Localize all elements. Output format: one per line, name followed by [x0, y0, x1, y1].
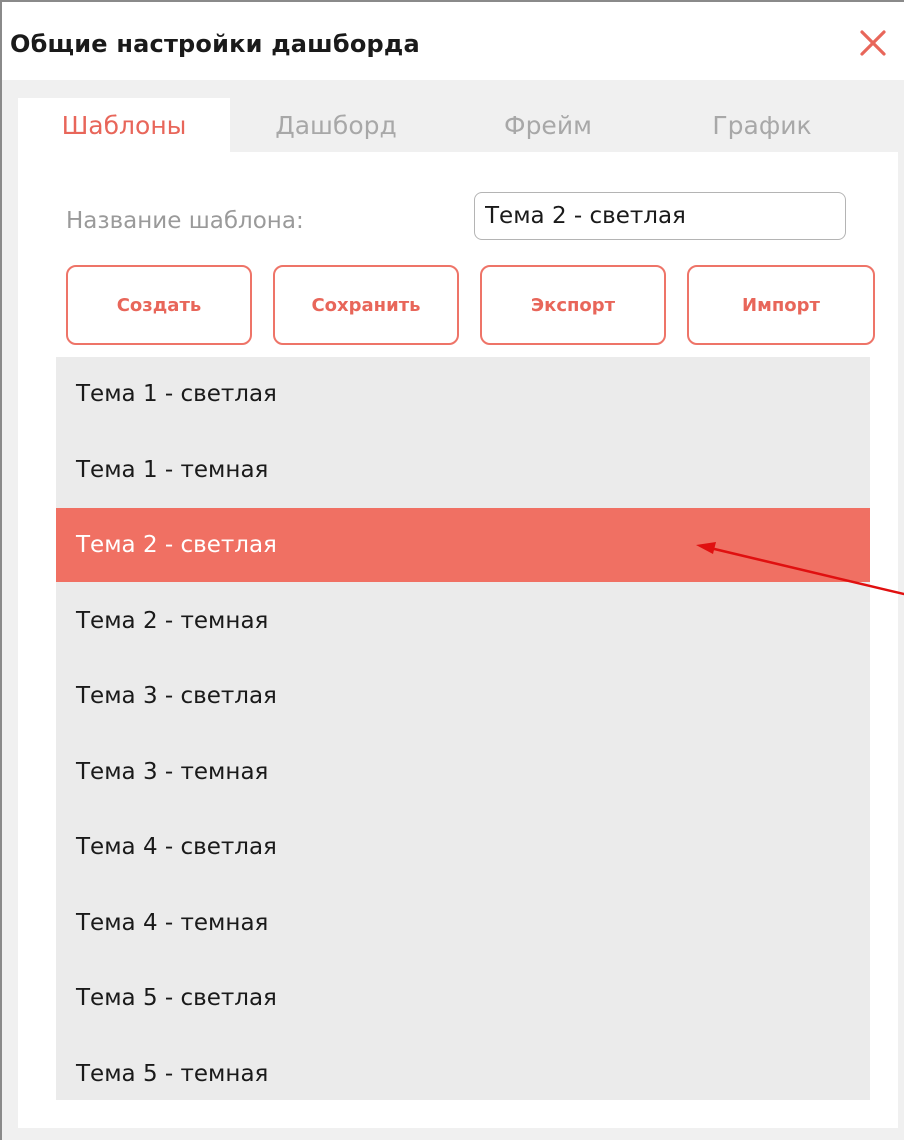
list-item-selected[interactable]: Тема 2 - светлая — [56, 508, 870, 582]
template-name-label: Название шаблона: — [66, 208, 304, 234]
list-item[interactable]: Тема 4 - светлая — [56, 810, 870, 884]
template-name-input[interactable] — [474, 192, 846, 240]
list-item[interactable]: Тема 5 - темная — [56, 1037, 870, 1111]
tab-templates[interactable]: Шаблоны — [18, 98, 230, 152]
list-item[interactable]: Тема 4 - темная — [56, 886, 870, 960]
list-item[interactable]: Тема 3 - светлая — [56, 659, 870, 733]
dialog-titlebar: Общие настройки дашборда — [2, 2, 904, 80]
template-list[interactable]: Тема 1 - светлая Тема 1 - темная Тема 2 … — [56, 357, 870, 1100]
tab-frame[interactable]: Фрейм — [442, 98, 654, 152]
create-button[interactable]: Создать — [66, 265, 252, 345]
settings-dialog: Общие настройки дашборда Шаблоны Дашборд… — [0, 0, 904, 1140]
templates-panel: Название шаблона: Создать Сохранить Эксп… — [18, 152, 898, 1128]
tab-bar: Шаблоны Дашборд Фрейм График — [18, 98, 870, 152]
export-button[interactable]: Экспорт — [480, 265, 666, 345]
list-item[interactable]: Тема 1 - светлая — [56, 357, 870, 431]
close-icon[interactable] — [856, 26, 890, 60]
tab-dashboard[interactable]: Дашборд — [230, 98, 442, 152]
save-button[interactable]: Сохранить — [273, 265, 459, 345]
list-item[interactable]: Тема 2 - темная — [56, 584, 870, 658]
list-item[interactable]: Тема 1 - темная — [56, 433, 870, 507]
list-item[interactable]: Тема 5 - светлая — [56, 961, 870, 1035]
tab-chart[interactable]: График — [654, 98, 870, 152]
dialog-title: Общие настройки дашборда — [10, 30, 420, 58]
list-item[interactable]: Тема 3 - темная — [56, 735, 870, 809]
import-button[interactable]: Импорт — [687, 265, 875, 345]
